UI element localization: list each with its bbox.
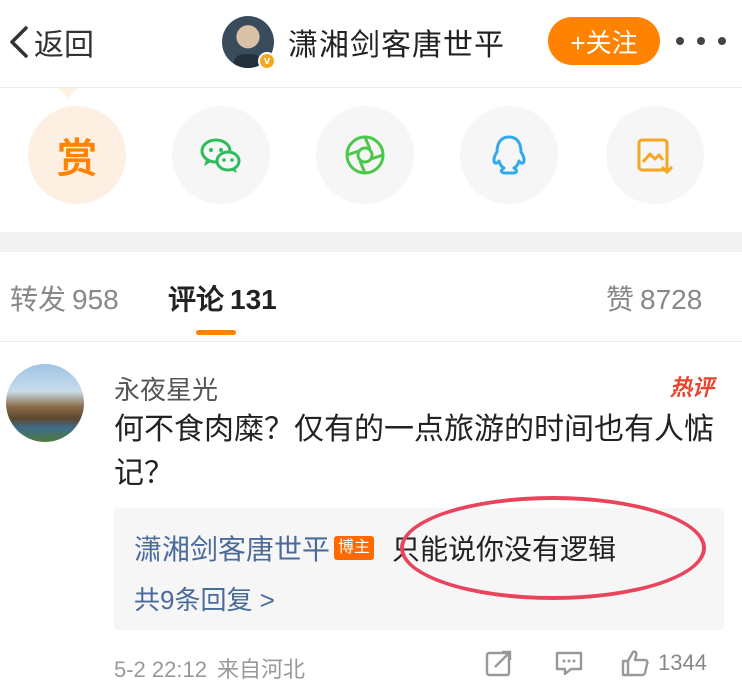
thumbs-up-icon: [621, 650, 649, 677]
active-tab-indicator: [196, 330, 236, 335]
hot-comment-badge: 热评: [670, 375, 715, 400]
moments-icon: [345, 135, 385, 175]
tab-likes[interactable]: 赞 8728: [606, 278, 702, 318]
share-qq-button[interactable]: [460, 106, 558, 204]
comment-meta: 5-2 22:12 来自河北: [114, 652, 305, 684]
follow-button[interactable]: +关注: [548, 17, 660, 65]
verified-badge-icon: v: [258, 52, 276, 70]
engagement-tabs: 转发 958 评论 131 赞 8728: [0, 252, 742, 342]
more-options-icon[interactable]: [676, 26, 726, 56]
comment-location: 来自河北: [216, 657, 305, 682]
qq-icon: [492, 135, 526, 175]
tab-repost-count: 958: [72, 284, 119, 315]
comment-like-count: 1344: [658, 650, 707, 675]
reply-preview[interactable]: 潇湘剑客唐世平 博主 只能说你没有逻辑 共9条回复 >: [114, 508, 724, 630]
share-comment-button[interactable]: [484, 648, 514, 678]
tab-comments[interactable]: 评论 131: [168, 278, 277, 318]
reward-pointer: [58, 88, 78, 98]
tab-likes-count: 8728: [640, 284, 703, 315]
back-button[interactable]: 返回: [6, 18, 94, 66]
tab-comments-label: 评论: [168, 284, 225, 315]
view-replies-link[interactable]: 共9条回复 >: [134, 580, 275, 617]
author-info[interactable]: v 潇湘剑客唐世平: [222, 14, 505, 70]
author-avatar[interactable]: v: [222, 16, 276, 70]
tab-repost[interactable]: 转发 958: [10, 278, 119, 318]
commenter-name[interactable]: 永夜星光: [114, 370, 218, 407]
reply-author[interactable]: 潇湘剑客唐世平: [134, 528, 330, 568]
chevron-left-icon: [10, 26, 28, 58]
save-image-icon: [637, 138, 674, 175]
section-divider: [0, 232, 742, 252]
comment-icon: [555, 651, 583, 676]
dot: [697, 37, 705, 45]
share-wechat-button[interactable]: [172, 106, 270, 204]
dot: [718, 37, 726, 45]
comment-date: 5-2 22:12: [114, 657, 207, 682]
author-name[interactable]: 潇湘剑客唐世平: [288, 20, 505, 64]
reply-comment-button[interactable]: [554, 648, 584, 678]
like-comment-button[interactable]: 1344: [620, 648, 707, 678]
dot: [676, 37, 684, 45]
share-moments-button[interactable]: [316, 106, 414, 204]
wechat-icon: [200, 138, 241, 173]
top-nav-bar: 返回 v 潇湘剑客唐世平 +关注: [0, 0, 742, 88]
reward-icon: 赏: [57, 137, 97, 181]
tab-repost-label: 转发: [10, 284, 67, 315]
save-image-button[interactable]: [606, 106, 704, 204]
back-label: 返回: [34, 29, 94, 62]
blogger-badge: 博主: [334, 536, 375, 560]
reply-text: 只能说你没有逻辑: [392, 534, 617, 565]
comment-text: 何不食肉糜？仅有的一点旅游的时间也有人惦记？: [114, 413, 714, 490]
reward-button[interactable]: 赏: [28, 106, 126, 204]
tab-comments-count: 131: [230, 284, 277, 315]
share-icon: [485, 650, 512, 677]
share-row: 赏: [0, 100, 742, 210]
reply-line: 潇湘剑客唐世平 博主 只能说你没有逻辑: [134, 528, 616, 568]
tab-likes-label: 赞: [606, 284, 635, 315]
commenter-avatar[interactable]: [6, 364, 84, 442]
